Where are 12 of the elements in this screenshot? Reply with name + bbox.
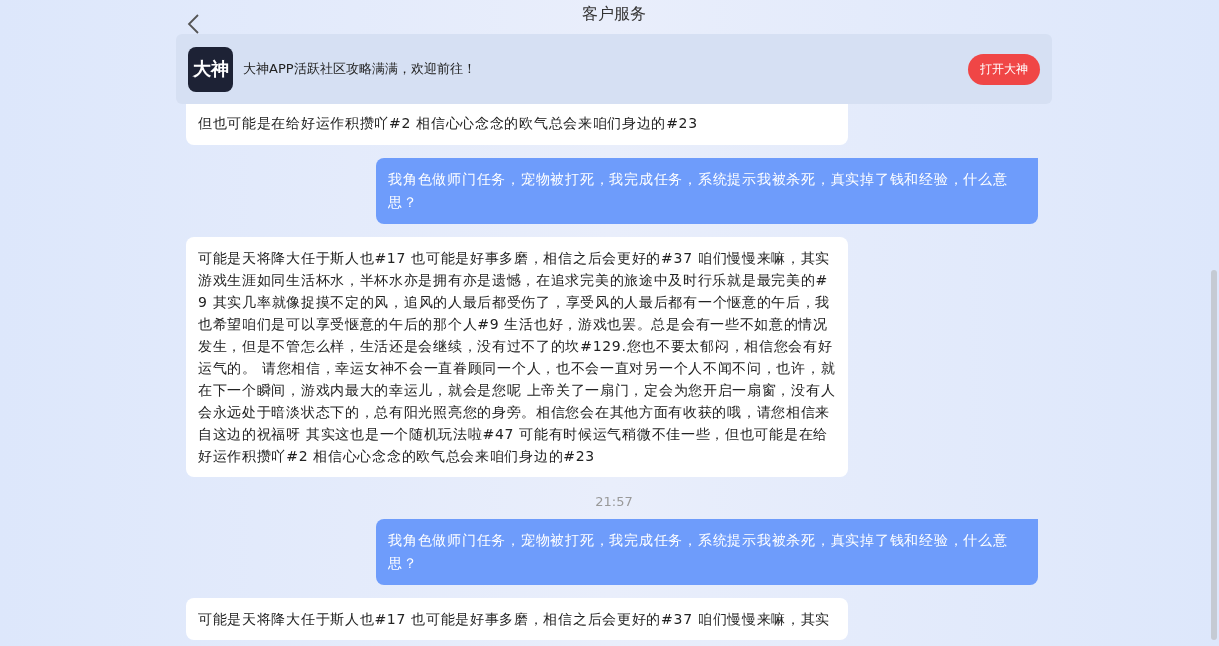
app-icon[interactable]: 大神: [188, 46, 233, 92]
open-app-button[interactable]: 打开大神: [968, 53, 1040, 85]
agent-message: 可能是天将降大任于斯人也#17 也可能是好事多磨，相信之后会更好的#37 咱们慢慢来嘛，其实: [186, 598, 848, 640]
user-message: 我角色做师门任务，宠物被打死，我完成任务，系统提示我被杀死，真实掉了钱和经验，什么意思？: [376, 158, 1038, 224]
scrollbar[interactable]: [1211, 270, 1217, 640]
back-icon[interactable]: [186, 14, 200, 34]
banner-text: 大神APP活跃社区攻略满满，欢迎前往！: [243, 60, 477, 78]
agent-message: 可能是天将降大任于斯人也#17 也可能是好事多磨，相信之后会更好的#37 咱们慢慢来嘛，其实游戏生涯如同生活杯水，半杯水亦是拥有亦是遗憾，在追求完美的旅途中及时行乐就是最完美的#9 其实几率就像捉摸不定的风，追风的人最后都受伤了，享受风的人最后都有一个惬意的午后，我也希望咱们是可以享受惬意的午后的那个人#9 生活也好，游戏也罢。总是会有一些不如意的情况发生，但是不管怎么样，生活还是会继续，没有过不了的坎#129.您也不要太郁闷，相信您会有好运气的。 请您相信，幸运女神不会一直眷顾同一个人，也不会一直对另一个人不闻不问，也许，就在下一个瞬间，游戏内最大的幸运儿，就会是您呢 上帝关了一扇门，定会为您开启一扇窗，没有人会永远处于暗淡状态下的，总有阳光照亮您的身旁。相信您会在其他方面有收获的哦，请您相信来自这边的祝福呀 其实这也是一个随机玩法啦#47 可能有时候运气稍微不佳一些，但也可能是在给好运作积攒吖#2 相信心心念念的欧气总会来咱们身边的#23: [186, 237, 848, 477]
user-message: 我角色做师门任务，宠物被打死，我完成任务，系统提示我被杀死，真实掉了钱和经验，什么意思？: [376, 519, 1038, 585]
agent-message: 但也可能是在给好运作积攒吖#2 相信心心念念的欧气总会来咱们身边的#23: [186, 104, 848, 145]
timestamp: 21:57: [595, 494, 633, 509]
page-title: 客户服务: [582, 3, 646, 25]
